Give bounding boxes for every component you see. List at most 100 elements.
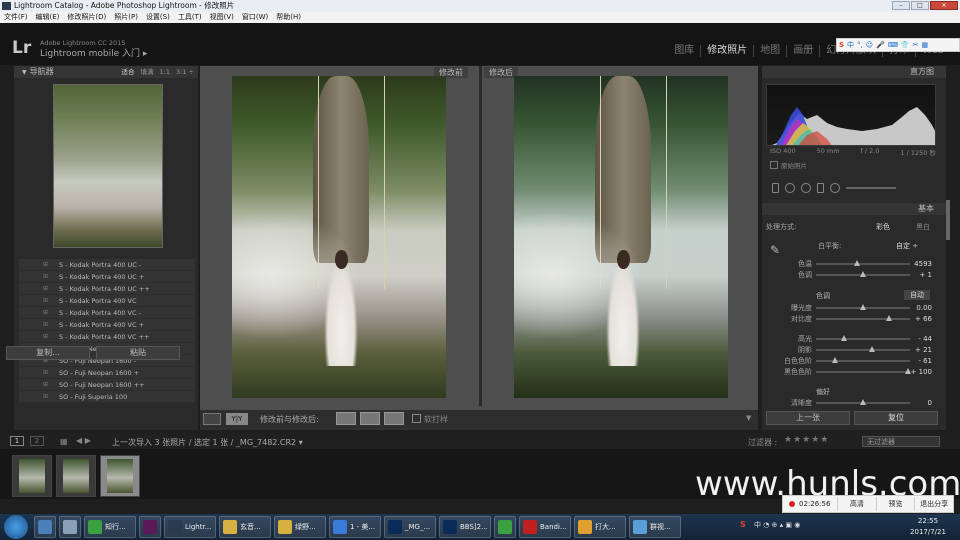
histogram-header[interactable]: 直方图 (762, 66, 946, 78)
preset-item[interactable]: S - Kodak Portra 400 UC + (19, 271, 195, 283)
page-1-button[interactable]: 1 (10, 436, 24, 446)
slider-value[interactable]: + 1 (919, 270, 932, 280)
menu-window[interactable]: 窗口(W) (238, 12, 272, 23)
slider-track[interactable] (816, 335, 910, 341)
slider-value[interactable]: 0.00 (916, 303, 932, 313)
taskbar-item[interactable] (494, 516, 516, 538)
tray-sogou-icon[interactable]: S (740, 520, 746, 529)
menu-photo[interactable]: 照片(P) (110, 12, 142, 23)
toolbar-menu-icon[interactable]: ▼ (746, 414, 751, 422)
slider-value[interactable]: 4593 (914, 259, 932, 269)
ime-chinese-toggle[interactable]: 中 (847, 40, 854, 50)
basic-panel-header[interactable]: 基本 (762, 203, 946, 215)
ime-skin-icon[interactable]: 👕 (901, 41, 910, 49)
slider-knob[interactable] (854, 260, 861, 266)
soft-proofing-checkbox[interactable]: 软打样 (412, 414, 448, 425)
rating-filter[interactable]: ★★★★★ (784, 435, 829, 445)
taskbar-item[interactable] (59, 516, 81, 538)
sogou-icon[interactable]: S (839, 41, 844, 49)
copy-after-to-before-icon[interactable] (360, 412, 380, 425)
navigator-preview[interactable] (53, 84, 163, 248)
lightroom-mobile-link[interactable]: Lightroom mobile 入门 ▸ (40, 46, 147, 59)
graduated-filter-icon[interactable] (817, 183, 824, 193)
slider-track[interactable] (816, 315, 910, 321)
menu-file[interactable]: 文件(F) (0, 12, 32, 23)
preset-item[interactable]: SO - Fuji Neopan 1600 ++ (19, 379, 195, 391)
ime-punct-icon[interactable]: °, (857, 41, 863, 49)
navigator-header[interactable]: ▼ 导航器 适合 填满 1:1 3:1 ÷ (14, 66, 198, 78)
histogram[interactable] (766, 84, 936, 146)
slider-value[interactable]: - 61 (918, 356, 932, 366)
filmstrip-thumbnail-selected[interactable] (100, 455, 140, 497)
slider-knob[interactable] (860, 271, 866, 277)
slider-knob[interactable] (869, 346, 876, 352)
zoom-1-1[interactable]: 1:1 (160, 66, 170, 78)
hd-button[interactable]: 高清 (837, 497, 876, 511)
slider-knob[interactable] (831, 357, 838, 363)
white-balance-eyedropper-icon[interactable]: ✎ (770, 243, 780, 257)
page-2-button[interactable]: 2 (30, 436, 44, 446)
slider-track[interactable] (816, 304, 910, 310)
ime-emoji-icon[interactable]: ☺ (866, 41, 873, 49)
menu-settings[interactable]: 设置(S) (142, 12, 174, 23)
filmstrip-source[interactable]: 上一次导入 3 张照片 / 选定 1 张 / _MG_7482.CR2 ▾ (112, 437, 303, 448)
preset-item[interactable]: SO - Fuji Neopan 1600 + (19, 367, 195, 379)
reset-button[interactable]: 复位 (854, 411, 938, 425)
ime-keyboard-icon[interactable]: ⌨ (888, 41, 898, 49)
filmstrip-thumbnail[interactable] (56, 455, 96, 497)
copy-settings-button[interactable]: 复制... (6, 346, 90, 360)
taskbar-item[interactable]: _MG_... (384, 516, 436, 538)
copy-before-to-after-icon[interactable] (336, 412, 356, 425)
menu-help[interactable]: 帮助(H) (272, 12, 305, 23)
zoom-3-1[interactable]: 3:1 ÷ (176, 66, 194, 78)
menu-edit[interactable]: 编辑(E) (32, 12, 64, 23)
treatment-bw-option[interactable]: 黑白 (916, 222, 930, 232)
start-button[interactable] (4, 515, 28, 539)
module-map[interactable]: 地图 (754, 45, 788, 57)
before-after-mode-button[interactable]: Y|Y (226, 413, 248, 425)
menu-view[interactable]: 视图(V) (206, 12, 238, 23)
filter-select[interactable]: 无过滤器 (862, 436, 940, 447)
grid-view-icon[interactable]: ▦ (60, 437, 68, 446)
slider-knob[interactable] (860, 304, 866, 310)
preset-item[interactable]: S - Kodak Portra 400 UC ++ (19, 283, 195, 295)
slider-track[interactable] (816, 357, 910, 363)
slider-track[interactable] (816, 399, 910, 405)
taskbar-item[interactable] (139, 516, 161, 538)
preset-item[interactable]: S - Kodak Portra 400 UC - (19, 259, 195, 271)
slider-knob[interactable] (886, 315, 893, 321)
treatment-color-option[interactable]: 彩色 (876, 222, 890, 232)
slider-value[interactable]: + 21 (915, 345, 932, 355)
slider-value[interactable]: - 44 (918, 334, 932, 344)
ime-voice-icon[interactable]: 🎤 (876, 41, 885, 49)
menu-develop[interactable]: 修改照片(D) (63, 12, 110, 23)
radial-filter-icon[interactable] (830, 183, 840, 193)
slider-value[interactable]: 0 (928, 398, 932, 408)
system-clock[interactable]: 22:55 2017/7/21 (900, 516, 956, 538)
slider-track[interactable] (816, 271, 910, 277)
previous-button[interactable]: 上一张 (766, 411, 850, 425)
preset-item[interactable]: S - Kodak Portra 400 VC ++ (19, 331, 195, 343)
preset-item[interactable]: S - Kodak Portra 400 VC (19, 295, 195, 307)
close-button[interactable]: ✕ (930, 1, 958, 10)
module-library[interactable]: 图库 (668, 45, 702, 57)
paste-settings-button[interactable]: 粘贴 (96, 346, 180, 360)
preview-button[interactable]: 预览 (875, 497, 915, 511)
slider-track[interactable] (816, 260, 910, 266)
preset-item[interactable]: S - Kodak Portra 400 VC - (19, 307, 195, 319)
taskbar-item[interactable]: BBS]2... (439, 516, 491, 538)
ime-tools-icon[interactable]: ✂ (913, 41, 919, 49)
taskbar-item[interactable]: 绿野... (274, 516, 326, 538)
tray-icons[interactable]: 中 ◔ ⊕ ▴ ▣ ◉ (754, 520, 800, 530)
spot-removal-icon[interactable] (785, 183, 795, 193)
menu-tools[interactable]: 工具(T) (174, 12, 206, 23)
taskbar-item[interactable]: 打大... (574, 516, 626, 538)
taskbar-item[interactable]: 群视... (629, 516, 681, 538)
adjustment-brush-slider[interactable] (846, 187, 896, 189)
taskbar-item[interactable]: 1 - 美... (329, 516, 381, 538)
ime-menu-icon[interactable]: ▦ (922, 41, 929, 49)
slider-knob[interactable] (860, 399, 866, 405)
white-balance-select[interactable]: 自定 ÷ (896, 241, 918, 251)
swap-before-after-icon[interactable] (384, 412, 404, 425)
slider-value[interactable]: + 100 (911, 367, 932, 377)
